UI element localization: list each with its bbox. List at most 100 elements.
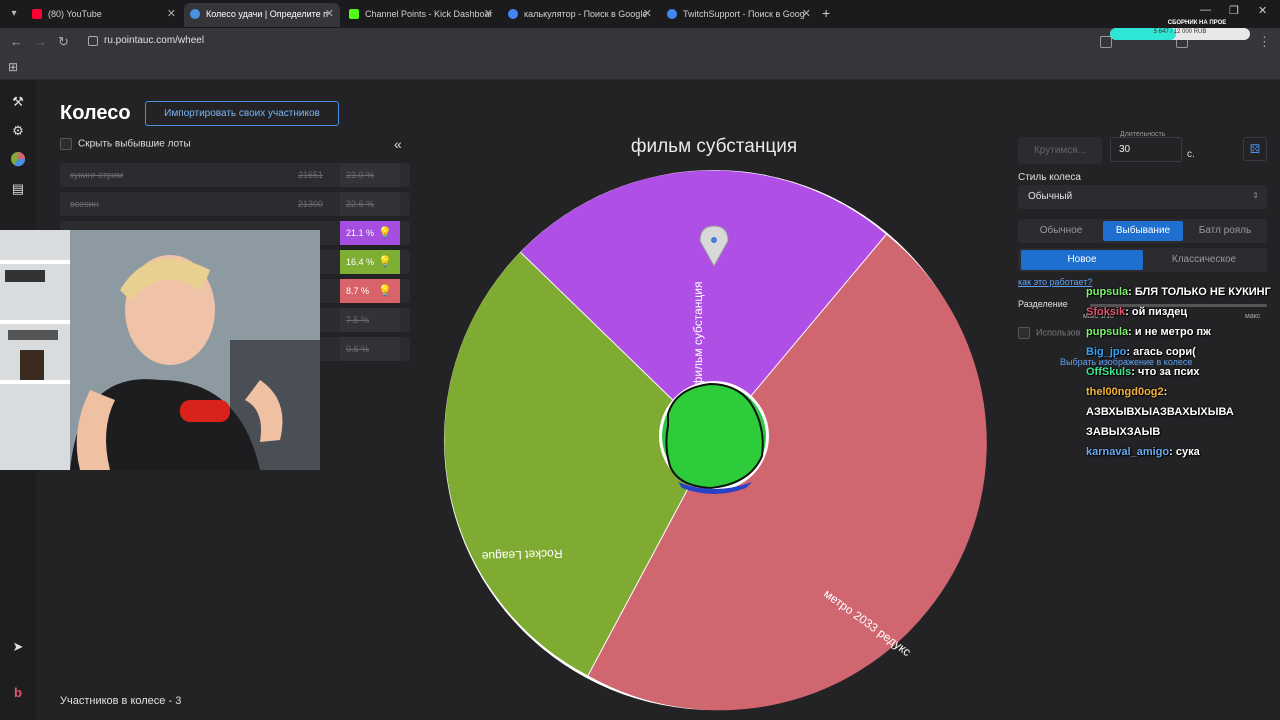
chat-nick: pupsula bbox=[1086, 326, 1129, 338]
mode-normal[interactable]: Обычное bbox=[1022, 221, 1100, 241]
chat-text: АЗВХЫВХЫАЗВАХЫХЫВА ЗАВЫХЗАЫВ bbox=[1086, 406, 1234, 438]
wheel-mode-toggle: Обычное Выбывание Батл рояль bbox=[1018, 219, 1267, 243]
wheel-center-image bbox=[665, 382, 764, 490]
duration-input[interactable]: 30 bbox=[1110, 137, 1182, 162]
donation-amount: 5 647 / 12 000 RUB bbox=[1153, 29, 1207, 35]
lot-row[interactable]: кукинг стрим 21651 23.0 % bbox=[60, 163, 410, 187]
webcam-overlay bbox=[0, 230, 320, 470]
lightbulb-icon[interactable]: 💡 bbox=[378, 221, 392, 245]
wheel-style-value: Обычный bbox=[1028, 191, 1073, 202]
how-it-works-link[interactable]: как это работает? bbox=[1018, 277, 1092, 287]
tab-kick[interactable]: Channel Points - Kick Dashboar ✕ bbox=[343, 3, 499, 27]
wheel-icon[interactable] bbox=[9, 151, 27, 169]
maximize-icon[interactable]: ❐ bbox=[1229, 4, 1239, 17]
chat-message: karnaval_amigo: сука bbox=[1086, 446, 1200, 458]
boosty-icon[interactable]: b bbox=[9, 684, 27, 702]
google-icon bbox=[508, 9, 518, 19]
chat-message: Sfoksik: ой пиздец bbox=[1086, 306, 1188, 318]
tab-title: TwitchSupport - Поиск в Goog bbox=[683, 9, 805, 19]
lot-percent-value: 0.6 % bbox=[346, 344, 370, 354]
chat-nick: Sfoksik bbox=[1086, 306, 1126, 318]
site-info-icon[interactable] bbox=[88, 36, 98, 46]
kick-icon bbox=[349, 9, 359, 19]
lot-percent-value: 7.5 % bbox=[346, 315, 370, 325]
google-icon bbox=[667, 9, 677, 19]
close-tab-icon[interactable]: ✕ bbox=[325, 3, 334, 25]
back-icon[interactable]: ← bbox=[10, 34, 23, 49]
donation-title: СБОРНИК НА ПРОЕ bbox=[1167, 20, 1227, 26]
telegram-icon[interactable]: ➤ bbox=[9, 638, 27, 656]
mode-elimination[interactable]: Выбывание bbox=[1103, 221, 1183, 241]
lot-percent: 8.7 % 💡 bbox=[340, 279, 400, 303]
chat-nick: Big_jpo bbox=[1086, 346, 1127, 358]
chat-text: агась сори( bbox=[1133, 346, 1196, 358]
menu-icon[interactable]: ⋮ bbox=[1258, 34, 1271, 50]
hide-eliminated-row[interactable]: Скрыть выбывшие лоты bbox=[60, 138, 191, 150]
reload-icon[interactable]: ↻ bbox=[58, 34, 69, 50]
close-tab-icon[interactable]: ✕ bbox=[643, 3, 652, 25]
submode-new[interactable]: Новое bbox=[1021, 250, 1143, 270]
chat-nick: pupsula bbox=[1086, 286, 1129, 298]
tab-search-icon[interactable]: ▾ bbox=[6, 6, 22, 22]
lot-percent: 22.6 % bbox=[340, 192, 400, 216]
wheel-label-film: фильм субстанция bbox=[691, 281, 705, 386]
use-image-row[interactable]: Использов bbox=[1018, 327, 1080, 339]
close-tab-icon[interactable]: ✕ bbox=[167, 3, 176, 25]
settings-icon[interactable]: ⚙ bbox=[9, 122, 27, 140]
lot-amount: 21300 bbox=[298, 199, 324, 209]
lot-percent: 7.5 % bbox=[340, 308, 400, 332]
chat-message: OffSkuls: что за псих bbox=[1086, 366, 1200, 378]
tab-youtube[interactable]: (80) YouTube ✕ bbox=[26, 3, 182, 27]
chat-text: БЛЯ ТОЛЬКО НЕ КУКИНГ bbox=[1134, 286, 1271, 298]
use-image-checkbox[interactable] bbox=[1018, 327, 1030, 339]
lot-row[interactable]: всесин 21300 22.6 % bbox=[60, 192, 410, 216]
close-window-icon[interactable]: ✕ bbox=[1258, 4, 1267, 17]
winner-title: фильм субстанция bbox=[630, 136, 798, 157]
lot-percent-value: 22.6 % bbox=[346, 199, 375, 209]
chat-message: thel00ngd0og2: АЗВХЫВХЫАЗВАХЫХЫВА ЗАВЫХЗ… bbox=[1086, 386, 1234, 438]
lot-percent: 23.0 % bbox=[340, 163, 400, 187]
lot-percent-value: 21.1 % bbox=[346, 228, 375, 238]
wheel-style-select[interactable]: Обычный ⇕ bbox=[1018, 185, 1267, 209]
elimination-type-toggle: Новое Классическое bbox=[1018, 248, 1267, 272]
hide-eliminated-checkbox[interactable] bbox=[60, 138, 72, 150]
clipboard-icon[interactable]: ▤ bbox=[9, 180, 27, 198]
import-participants-button[interactable]: Импортировать своих участников bbox=[145, 101, 339, 126]
random-dice-icon[interactable]: ⚄ bbox=[1243, 137, 1267, 161]
url-field[interactable]: ru.pointauc.com/wheel bbox=[104, 35, 204, 46]
lightbulb-icon[interactable]: 💡 bbox=[378, 279, 392, 303]
apps-grid-icon[interactable]: ⊞ bbox=[8, 60, 18, 74]
hide-eliminated-label: Скрыть выбывшие лоты bbox=[78, 138, 191, 150]
forward-icon[interactable]: → bbox=[34, 34, 47, 49]
select-arrow-icon: ⇕ bbox=[1252, 191, 1259, 200]
new-tab-button[interactable]: + bbox=[822, 5, 830, 21]
gavel-icon[interactable]: ⚒ bbox=[9, 93, 27, 111]
minimize-icon[interactable]: — bbox=[1200, 4, 1211, 16]
lot-percent: 21.1 % 💡 bbox=[340, 221, 400, 245]
pointauc-icon bbox=[190, 9, 200, 19]
collapse-panel-button[interactable]: « bbox=[394, 136, 402, 152]
chat-message: pupsula: БЛЯ ТОЛЬКО НЕ КУКИНГ bbox=[1086, 286, 1271, 298]
wheel[interactable]: фильм субстанция метро 2033 редукс Rocke… bbox=[440, 166, 988, 714]
chat-nick: karnaval_amigo bbox=[1086, 446, 1170, 458]
chat-text: сука bbox=[1175, 446, 1200, 458]
close-tab-icon[interactable]: ✕ bbox=[802, 3, 811, 25]
tab-wheel[interactable]: Колесо удачи | Определите п ✕ bbox=[184, 3, 340, 27]
donation-progress-bar: 5 647 / 12 000 RUB bbox=[1110, 28, 1250, 40]
lot-percent: 16.4 % 💡 bbox=[340, 250, 400, 274]
mode-battle-royale[interactable]: Батл рояль bbox=[1186, 221, 1264, 241]
tab-calculator[interactable]: калькулятор - Поиск в Google ✕ bbox=[502, 3, 658, 27]
close-tab-icon[interactable]: ✕ bbox=[484, 3, 493, 25]
tab-twitchsupport[interactable]: TwitchSupport - Поиск в Goog ✕ bbox=[661, 3, 817, 27]
lot-name: кукинг стрим bbox=[70, 170, 124, 180]
submode-classic[interactable]: Классическое bbox=[1144, 250, 1264, 270]
tab-title: Колесо удачи | Определите п bbox=[206, 9, 329, 19]
lightbulb-icon[interactable]: 💡 bbox=[378, 250, 392, 274]
lot-amount: 21651 bbox=[298, 170, 324, 180]
use-image-label: Использов bbox=[1036, 327, 1081, 338]
spin-button[interactable]: Крутимся... bbox=[1018, 137, 1102, 164]
lot-percent-value: 23.0 % bbox=[346, 170, 375, 180]
lot-percent-value: 8.7 % bbox=[346, 286, 370, 296]
lot-percent-value: 16.4 % bbox=[346, 257, 375, 267]
lot-percent: 0.6 % bbox=[340, 337, 400, 361]
